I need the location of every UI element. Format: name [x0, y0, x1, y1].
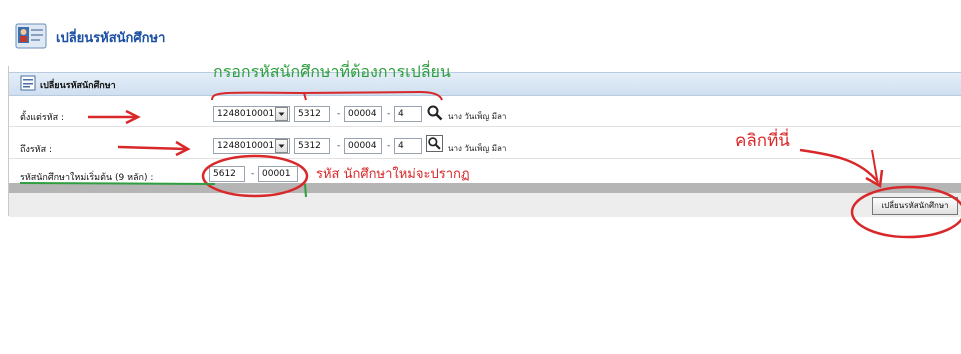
arrow-icon [799, 148, 879, 183]
annotation-bracket-tick [303, 92, 307, 101]
annotation-circle [201, 154, 309, 198]
arrow-icon [117, 145, 187, 151]
annotation-bracket [211, 90, 443, 101]
annotation-overlay [19, 90, 961, 239]
annotation-green-tick [304, 183, 307, 198]
annotation-circle [850, 185, 961, 239]
annotation-underline [19, 182, 216, 185]
